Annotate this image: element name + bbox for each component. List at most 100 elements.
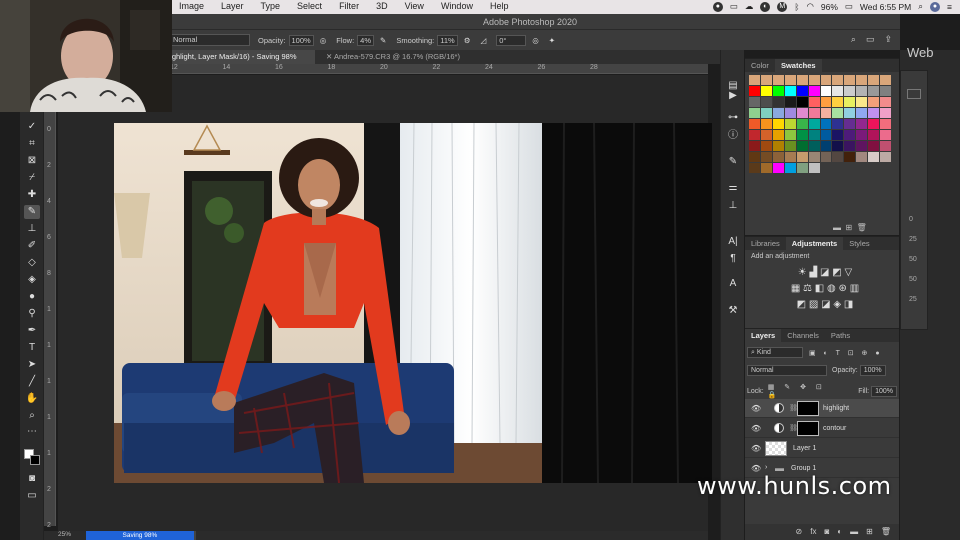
clone-source-icon[interactable]: ⊥ [726, 200, 740, 212]
color-swatch[interactable] [832, 75, 844, 85]
color-swatch[interactable] [844, 119, 856, 129]
channel-mixer-icon[interactable]: ⊛ [839, 283, 847, 294]
path-selection-tool-icon[interactable]: ➤ [24, 358, 40, 372]
tab-color[interactable]: Color [745, 61, 775, 70]
color-swatch[interactable] [772, 97, 784, 107]
tab-layers[interactable]: Layers [745, 329, 782, 342]
color-swatch[interactable] [832, 119, 844, 129]
record-icon[interactable]: ● [712, 1, 723, 12]
cloud-icon[interactable]: ☁ [745, 1, 754, 12]
quick-mask-icon[interactable]: ◙ [24, 472, 40, 486]
pressure-opacity-icon[interactable]: ◎ [320, 36, 327, 45]
color-swatch[interactable] [868, 130, 880, 140]
color-swatch[interactable] [856, 130, 868, 140]
color-swatch[interactable] [796, 141, 808, 151]
color-swatch[interactable] [832, 130, 844, 140]
color-swatch[interactable] [808, 130, 820, 140]
color-swatch[interactable] [844, 152, 856, 162]
color-swatch[interactable] [808, 152, 820, 162]
background-window-button[interactable] [907, 89, 921, 99]
visibility-eye-icon[interactable]: 👁 [751, 424, 761, 433]
info-icon[interactable]: ⓘ [726, 130, 740, 142]
link-icon[interactable]: ⊘ [796, 527, 803, 537]
color-swatch[interactable] [820, 108, 832, 118]
layer-mask-thumbnail[interactable] [797, 401, 819, 416]
color-swatch[interactable] [760, 97, 772, 107]
airbrush-icon[interactable]: ✎ [380, 36, 386, 45]
color-swatch[interactable] [761, 163, 772, 173]
blend-mode-select[interactable]: Normal [747, 365, 827, 376]
visibility-eye-icon[interactable]: 👁 [751, 444, 761, 453]
color-swatch[interactable] [749, 86, 760, 96]
color-swatch[interactable] [832, 108, 844, 118]
character-style-icon[interactable]: A [726, 278, 740, 290]
add-mask-icon[interactable]: ◙ [824, 527, 829, 537]
vibrance-icon[interactable]: ▽ [845, 267, 853, 278]
clock[interactable]: Wed 6:55 PM [860, 2, 911, 12]
dodge-tool-icon[interactable]: ⚲ [24, 307, 40, 321]
black-white-icon[interactable]: ◧ [815, 283, 824, 294]
pen-tool-icon[interactable]: ✒ [24, 324, 40, 338]
screen-mode-icon[interactable]: ▭ [24, 489, 40, 503]
opacity-field[interactable]: 100% [288, 34, 314, 46]
fx-icon[interactable]: fx [810, 527, 816, 537]
color-swatch[interactable] [796, 75, 808, 85]
color-swatch[interactable] [808, 97, 820, 107]
search-icon[interactable]: ⌕ [918, 1, 923, 12]
color-swatch[interactable] [820, 75, 832, 85]
mail-icon[interactable]: M [777, 1, 788, 12]
pressure-size-icon[interactable]: ◎ [532, 36, 539, 45]
menu-type[interactable]: Type [252, 1, 289, 11]
color-swatch[interactable] [856, 119, 868, 129]
color-swatch[interactable] [880, 152, 892, 162]
color-swatch[interactable] [760, 119, 772, 129]
layer-opacity-field[interactable]: 100% [859, 365, 886, 376]
color-swatch[interactable] [868, 108, 880, 118]
color-swatch[interactable] [856, 141, 868, 151]
color-swatch[interactable] [772, 152, 784, 162]
new-swatch-icon[interactable]: ⊞ [845, 223, 852, 232]
document-canvas[interactable] [114, 123, 712, 483]
color-swatch[interactable] [760, 141, 772, 151]
layer-row[interactable]: 👁 ⛓ highlight [745, 399, 899, 418]
workspace-icon[interactable]: ▭ [866, 34, 875, 45]
color-swatch[interactable] [772, 86, 784, 96]
color-swatch[interactable] [844, 130, 856, 140]
new-group-icon[interactable]: ▬ [850, 527, 858, 537]
user-avatar-icon[interactable]: ● [930, 1, 941, 12]
color-swatch[interactable] [749, 130, 760, 140]
menu-help[interactable]: Help [481, 1, 517, 11]
color-swatch[interactable] [784, 75, 796, 85]
color-swatch[interactable] [820, 130, 832, 140]
color-swatch[interactable] [784, 97, 796, 107]
color-swatch[interactable] [868, 119, 880, 129]
color-swatch[interactable] [749, 108, 760, 118]
angle-field[interactable]: 0° [496, 34, 527, 46]
color-swatch[interactable] [832, 86, 844, 96]
type-tool-icon[interactable]: T [24, 341, 40, 355]
color-swatch[interactable] [820, 141, 832, 151]
color-swatch[interactable] [868, 97, 880, 107]
line-tool-icon[interactable]: ╱ [24, 375, 40, 389]
color-swatch[interactable] [749, 119, 760, 129]
color-swatch[interactable] [856, 75, 868, 85]
color-swatch[interactable] [784, 152, 796, 162]
color-swatch[interactable] [820, 152, 832, 162]
layer-thumbnail[interactable] [765, 441, 787, 456]
tab-libraries[interactable]: Libraries [745, 239, 786, 248]
color-swatch[interactable] [796, 108, 808, 118]
color-swatch[interactable] [808, 108, 820, 118]
lock-icons[interactable]: ▦ ✎ ✥ ⊡ 🔒 [768, 383, 840, 399]
smoothing-settings-icon[interactable]: ⚙ [464, 36, 471, 45]
color-swatch[interactable] [784, 119, 796, 129]
healing-tool-icon[interactable]: ✚ [24, 188, 40, 202]
color-swatch[interactable] [856, 97, 868, 107]
color-swatch[interactable] [809, 163, 820, 173]
exposure-icon[interactable]: ◩ [832, 267, 841, 278]
properties-icon[interactable]: ⊶ [726, 112, 740, 124]
color-swatch[interactable] [760, 75, 772, 85]
photo-filter-icon[interactable]: ◍ [827, 283, 836, 294]
stamp-tool-icon[interactable]: ⊥ [24, 222, 40, 236]
color-swatch[interactable] [880, 119, 892, 129]
eraser-tool-icon[interactable]: ◇ [24, 256, 40, 270]
